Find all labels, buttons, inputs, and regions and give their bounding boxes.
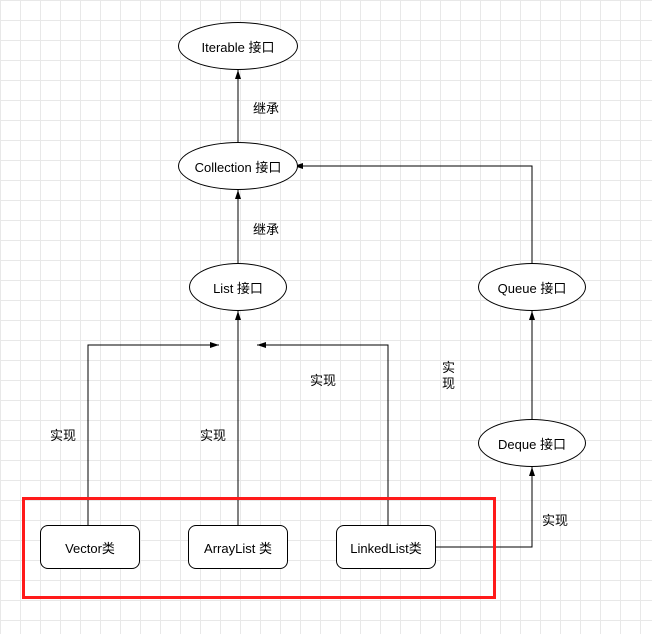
node-arraylist-label: ArrayList 类 (204, 538, 272, 557)
label-lnk-list: 实现 (310, 370, 336, 389)
label-vec-list: 实现 (50, 425, 76, 444)
node-queue-label: Queue 接口 (498, 278, 567, 297)
node-linkedlist[interactable]: LinkedList类 (336, 525, 436, 569)
node-iterable-label: Iterable 接口 (202, 37, 275, 56)
node-linkedlist-label: LinkedList类 (350, 538, 422, 557)
label-coll-iter: 继承 (253, 98, 279, 117)
node-deque[interactable]: Deque 接口 (478, 419, 586, 467)
node-vector-label: Vector类 (65, 538, 115, 557)
node-list-label: List 接口 (213, 278, 263, 297)
label-deque-queue: 实现 (442, 360, 462, 391)
node-deque-label: Deque 接口 (498, 434, 566, 453)
node-list[interactable]: List 接口 (189, 263, 287, 311)
node-queue[interactable]: Queue 接口 (478, 263, 586, 311)
node-arraylist[interactable]: ArrayList 类 (188, 525, 288, 569)
label-arr-list: 实现 (200, 425, 226, 444)
label-list-coll: 继承 (253, 219, 279, 238)
node-iterable[interactable]: Iterable 接口 (178, 22, 298, 70)
node-collection-label: Collection 接口 (195, 157, 282, 176)
node-collection[interactable]: Collection 接口 (178, 142, 298, 190)
node-vector[interactable]: Vector类 (40, 525, 140, 569)
label-lnk-deque: 实现 (542, 510, 568, 529)
